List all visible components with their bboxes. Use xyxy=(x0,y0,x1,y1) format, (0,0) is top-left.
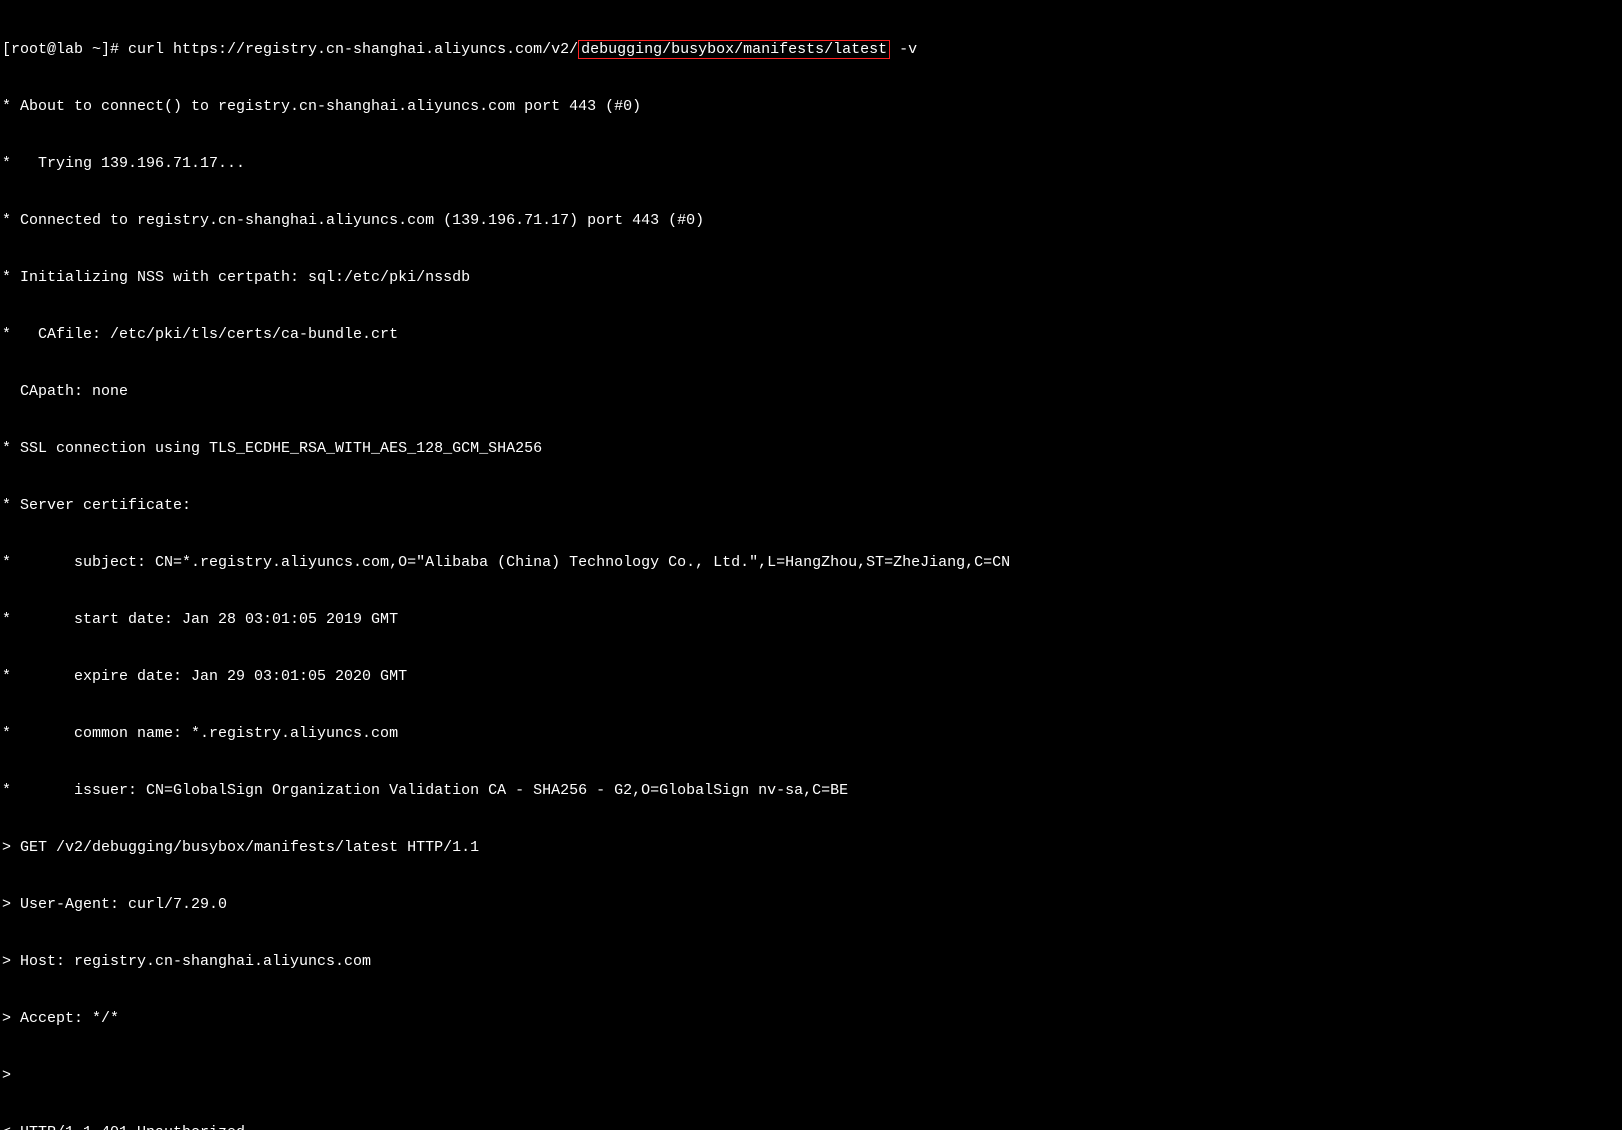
out-line: * Initializing NSS with certpath: sql:/e… xyxy=(2,268,1622,287)
out-line: CApath: none xyxy=(2,382,1622,401)
out-line: * SSL connection using TLS_ECDHE_RSA_WIT… xyxy=(2,439,1622,458)
out-line: > Host: registry.cn-shanghai.aliyuncs.co… xyxy=(2,952,1622,971)
out-line: > User-Agent: curl/7.29.0 xyxy=(2,895,1622,914)
out-line: * expire date: Jan 29 03:01:05 2020 GMT xyxy=(2,667,1622,686)
out-line: * About to connect() to registry.cn-shan… xyxy=(2,97,1622,116)
out-line: < HTTP/1.1 401 Unauthorized xyxy=(2,1123,1622,1130)
prompt-prefix: [root@lab ~]# curl https://registry.cn-s… xyxy=(2,41,578,58)
out-line: * start date: Jan 28 03:01:05 2019 GMT xyxy=(2,610,1622,629)
command-line: [root@lab ~]# curl https://registry.cn-s… xyxy=(2,40,1622,59)
out-line: * Server certificate: xyxy=(2,496,1622,515)
out-line: > Accept: */* xyxy=(2,1009,1622,1028)
terminal-output: [root@lab ~]# curl https://registry.cn-s… xyxy=(0,0,1622,1130)
out-line: > xyxy=(2,1066,1622,1085)
out-line: * common name: *.registry.aliyuncs.com xyxy=(2,724,1622,743)
out-line: * CAfile: /etc/pki/tls/certs/ca-bundle.c… xyxy=(2,325,1622,344)
out-line: * subject: CN=*.registry.aliyuncs.com,O=… xyxy=(2,553,1622,572)
out-line: * issuer: CN=GlobalSign Organization Val… xyxy=(2,781,1622,800)
out-line: * Connected to registry.cn-shanghai.aliy… xyxy=(2,211,1622,230)
url-path-highlight: debugging/busybox/manifests/latest xyxy=(578,40,890,59)
out-line: * Trying 139.196.71.17... xyxy=(2,154,1622,173)
out-line: > GET /v2/debugging/busybox/manifests/la… xyxy=(2,838,1622,857)
prompt-suffix: -v xyxy=(890,41,917,58)
